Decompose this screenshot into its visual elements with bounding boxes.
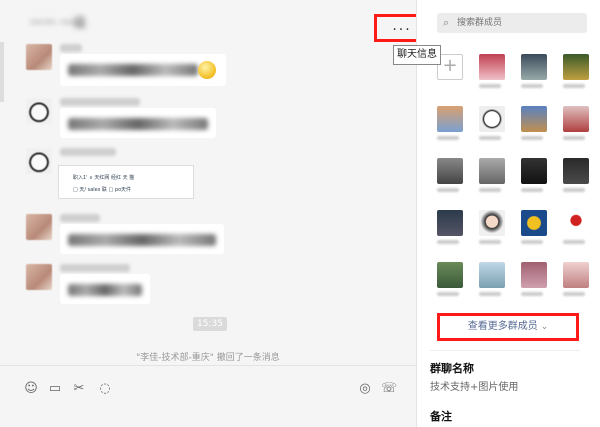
chevron-down-icon: ⌄: [540, 322, 549, 332]
member-search-input[interactable]: [437, 13, 587, 33]
chat-title: 一一 一级: [30, 16, 87, 31]
member-avatar[interactable]: [521, 54, 547, 92]
message-timestamp: 15:35: [193, 317, 227, 331]
member-avatar[interactable]: [521, 106, 547, 144]
group-name-title: 群聊名称: [430, 362, 474, 375]
chat-title-bar: 一一 一级: [0, 0, 416, 42]
emoji-icon: [198, 61, 216, 79]
member-avatar[interactable]: [437, 262, 463, 300]
avatar[interactable]: [26, 98, 52, 124]
sender-name: [60, 44, 82, 52]
chat-history-icon[interactable]: ◌: [96, 380, 114, 398]
sender-name: [60, 264, 130, 272]
message-bubble[interactable]: [60, 224, 224, 254]
member-avatar[interactable]: [563, 210, 589, 248]
message-bubble[interactable]: [60, 274, 150, 304]
avatar[interactable]: [26, 44, 52, 70]
member-avatar[interactable]: [521, 210, 547, 248]
member-avatar[interactable]: [437, 158, 463, 196]
see-more-members-button[interactable]: 查看更多群成员 ⌄: [437, 313, 579, 341]
shared-screenshot-image[interactable]: 职入1' ∨ 天红网 经红 天 猫 □ 天/ sales 联 □ po天件: [58, 165, 194, 199]
member-avatar[interactable]: [563, 158, 589, 196]
member-avatar[interactable]: [437, 210, 463, 248]
remark-title: 备注: [430, 410, 452, 423]
recall-notice: "李佳-技术部-重庆" 撤回了一条消息: [136, 353, 280, 363]
sender-name: [60, 98, 140, 106]
scrollbar[interactable]: [0, 42, 4, 102]
member-avatar[interactable]: [479, 54, 505, 92]
chat-messages-area: 15:35: [0, 42, 416, 365]
message-bubble[interactable]: [60, 54, 226, 86]
member-avatar[interactable]: [437, 106, 463, 144]
avatar[interactable]: [26, 214, 52, 240]
emoji-icon[interactable]: ☺: [22, 380, 40, 398]
sender-name: [60, 214, 100, 222]
group-name-value[interactable]: 技术支持+图片使用: [430, 378, 518, 393]
member-avatar[interactable]: [521, 158, 547, 196]
live-icon[interactable]: ◎: [356, 380, 374, 398]
member-avatar[interactable]: [479, 106, 505, 144]
member-avatar[interactable]: [479, 158, 505, 196]
see-more-label: 查看更多群成员: [467, 321, 538, 332]
screenshot-row-1: 职入1' ∨ 天红网 经红 天 猫: [73, 175, 135, 181]
sender-name: [60, 148, 116, 156]
avatar[interactable]: [26, 264, 52, 290]
member-avatar[interactable]: [563, 262, 589, 300]
screenshot-row-2: □ 天/ sales 联 □ po天件: [73, 187, 132, 193]
member-avatar[interactable]: [563, 106, 589, 144]
member-avatar[interactable]: [563, 54, 589, 92]
scissors-icon[interactable]: ✂: [70, 380, 88, 398]
member-avatar[interactable]: [521, 262, 547, 300]
folder-icon[interactable]: ▭: [46, 380, 64, 398]
divider: [430, 350, 580, 351]
avatar[interactable]: [26, 148, 52, 174]
member-avatar[interactable]: [479, 210, 505, 248]
search-icon: ⌕: [443, 16, 450, 29]
input-toolbar: ☺ ▭ ✂ ◌ ◎ ☏: [0, 365, 416, 427]
phone-icon[interactable]: ☏: [380, 380, 398, 398]
chat-info-tooltip: 聊天信息: [393, 45, 441, 65]
message-bubble[interactable]: [60, 108, 216, 138]
member-avatar[interactable]: [479, 262, 505, 300]
